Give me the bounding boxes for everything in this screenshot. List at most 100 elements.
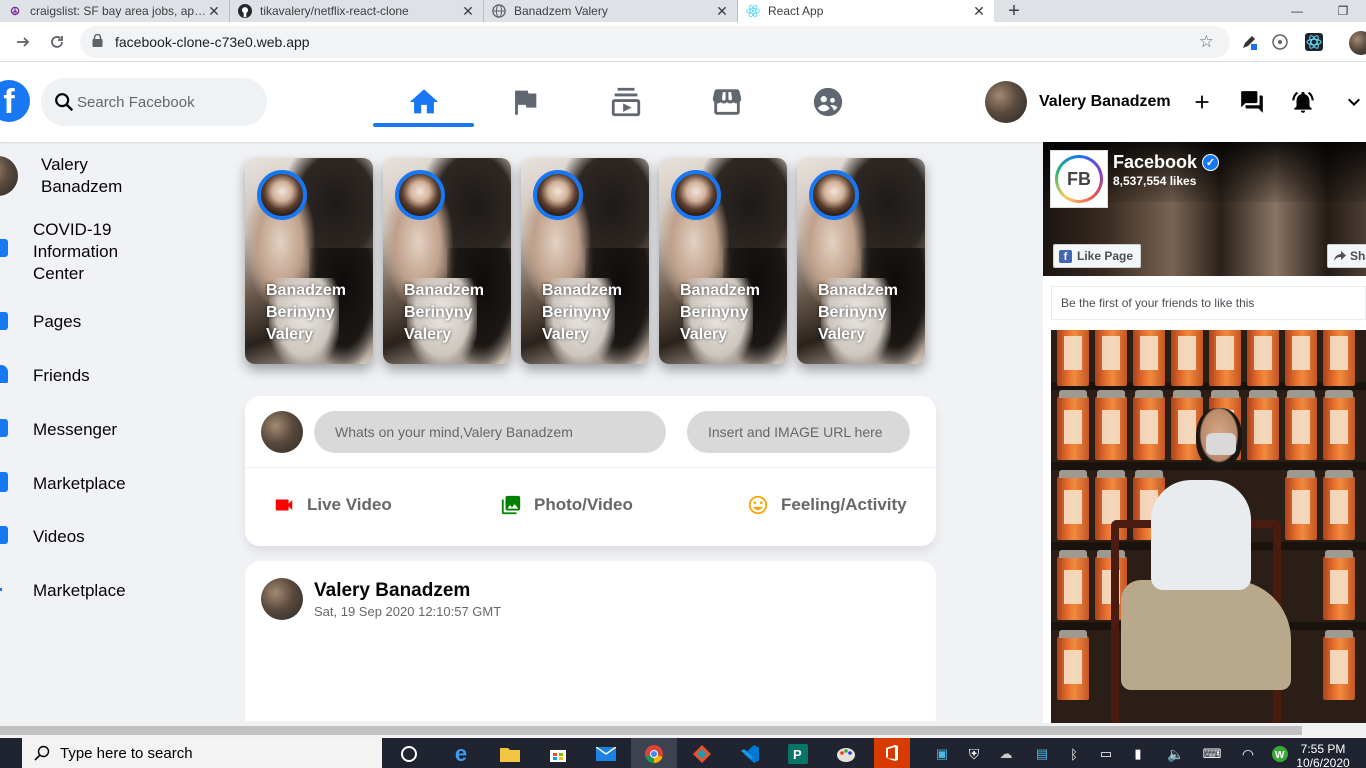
page-title[interactable]: Facebook ✓ bbox=[1113, 152, 1220, 173]
page-cover-photo[interactable]: FB Facebook ✓ 8,537,554 likes f Like Pag… bbox=[1043, 142, 1366, 276]
globe-icon bbox=[492, 4, 506, 18]
horizontal-scrollbar[interactable] bbox=[0, 723, 1366, 738]
header-user[interactable]: Valery Banadzem bbox=[985, 80, 1171, 124]
story-card[interactable]: Banadzem Berinyny Valery bbox=[383, 158, 511, 364]
story-card[interactable]: Banadzem Berinyny Valery bbox=[245, 158, 373, 364]
battery-icon[interactable]: ▮ bbox=[1126, 742, 1150, 766]
nav-watch[interactable] bbox=[575, 62, 676, 142]
extension-pencil-icon[interactable] bbox=[1238, 31, 1260, 53]
story-card[interactable]: Banadzem Berinyny Valery bbox=[797, 158, 925, 364]
taskbar-search[interactable]: Type here to search bbox=[22, 738, 382, 768]
post-text-input[interactable]: Whats on your mind,Valery Banadzem bbox=[314, 411, 666, 453]
mail-icon[interactable] bbox=[594, 742, 618, 766]
taskbar-clock[interactable]: 7:55 PM 10/6/2020 bbox=[1293, 742, 1353, 768]
edge-icon[interactable]: e bbox=[449, 741, 473, 766]
cortana-icon[interactable] bbox=[397, 742, 421, 766]
svg-text:P: P bbox=[793, 747, 802, 762]
live-video-option[interactable]: Live Video bbox=[273, 494, 392, 516]
profile-avatar[interactable] bbox=[1349, 31, 1366, 55]
extension-circle-icon[interactable] bbox=[1269, 31, 1291, 53]
scrollbar-thumb[interactable] bbox=[0, 726, 1302, 735]
option-label: Photo/Video bbox=[534, 495, 633, 514]
office-icon[interactable] bbox=[874, 738, 910, 768]
forward-icon[interactable] bbox=[6, 25, 40, 59]
messenger-button[interactable] bbox=[1236, 82, 1268, 122]
reload-icon[interactable] bbox=[40, 25, 74, 59]
post-username[interactable]: Valery Banadzem bbox=[314, 580, 470, 602]
search-bar[interactable] bbox=[41, 78, 267, 126]
photo-library-icon bbox=[501, 495, 521, 515]
chrome-icon[interactable] bbox=[642, 742, 666, 766]
close-tab-icon[interactable]: ✕ bbox=[207, 3, 221, 20]
browser-tab-strip: ☮ craigslist: SF bay area jobs, apartmen… bbox=[0, 0, 1366, 22]
git-kraken-icon[interactable] bbox=[690, 742, 714, 766]
publisher-icon[interactable]: P bbox=[786, 742, 810, 766]
notifications-button[interactable] bbox=[1287, 82, 1319, 122]
tray-green-app-icon[interactable]: W bbox=[1268, 742, 1292, 766]
message-sender-top: Whats on your mind,Valery Banadzem Inser… bbox=[245, 396, 936, 468]
extension-react-devtools-icon[interactable] bbox=[1303, 31, 1325, 53]
like-page-button[interactable]: f Like Page bbox=[1053, 244, 1142, 268]
address-bar[interactable]: facebook-clone-c73e0.web.app ☆ bbox=[80, 26, 1230, 58]
new-tab-button[interactable]: + bbox=[994, 0, 1034, 22]
story-card[interactable]: Banadzem Berinyny Valery bbox=[659, 158, 787, 364]
search-icon bbox=[55, 93, 74, 112]
page-name[interactable]: Facebook bbox=[1113, 152, 1197, 173]
browser-tab-craigslist[interactable]: ☮ craigslist: SF bay area jobs, apartmen… bbox=[0, 0, 230, 22]
sidebar-item-label: Videos bbox=[33, 527, 85, 546]
tray-apps-icon[interactable]: ▣ bbox=[930, 742, 954, 766]
account-menu-button[interactable] bbox=[1338, 82, 1366, 122]
share-arrow-icon bbox=[1334, 251, 1346, 261]
vscode-icon[interactable] bbox=[738, 742, 762, 766]
window-controls: — ❐ bbox=[1274, 0, 1366, 22]
close-tab-icon[interactable]: ✕ bbox=[461, 3, 475, 20]
maximize-icon[interactable]: ❐ bbox=[1320, 0, 1366, 22]
bluetooth-icon[interactable]: ᛒ bbox=[1062, 742, 1086, 766]
local-hospital-icon bbox=[0, 239, 8, 257]
facebook-logo-icon[interactable]: f bbox=[0, 80, 30, 122]
user-name[interactable]: Valery Banadzem bbox=[1039, 93, 1171, 111]
bookmark-star-icon[interactable]: ☆ bbox=[1199, 32, 1214, 52]
nav-pages[interactable] bbox=[474, 62, 575, 142]
lock-icon[interactable] bbox=[92, 33, 103, 50]
tray-defender-icon[interactable]: ⛨ bbox=[962, 742, 986, 766]
image-url-input[interactable]: Insert and IMAGE URL here bbox=[687, 411, 910, 453]
wifi-icon[interactable]: ◠ bbox=[1236, 742, 1260, 766]
close-tab-icon[interactable]: ✕ bbox=[715, 3, 729, 20]
store-icon[interactable] bbox=[546, 742, 570, 766]
search-input[interactable] bbox=[77, 93, 247, 111]
browser-tab-github[interactable]: tikavalery/netflix-react-clone ✕ bbox=[230, 0, 484, 22]
friends-like-text: Be the first of your friends to like thi… bbox=[1051, 286, 1366, 320]
volume-icon[interactable]: 🔈 bbox=[1164, 742, 1188, 766]
video-library-icon bbox=[0, 526, 8, 544]
verified-badge-icon: ✓ bbox=[1202, 154, 1220, 171]
url-text[interactable]: facebook-clone-c73e0.web.app bbox=[115, 34, 310, 50]
keyboard-icon[interactable]: ⌨ bbox=[1200, 742, 1224, 766]
chat-icon bbox=[0, 419, 8, 437]
avatar[interactable] bbox=[985, 81, 1027, 123]
nav-home[interactable] bbox=[373, 62, 474, 142]
nav-groups[interactable] bbox=[777, 62, 878, 142]
create-button[interactable] bbox=[1186, 82, 1218, 122]
share-button[interactable]: Share bbox=[1327, 244, 1366, 268]
page-post-photo[interactable] bbox=[1051, 330, 1366, 723]
story-card[interactable]: Banadzem Berinyny Valery bbox=[521, 158, 649, 364]
tray-network-adapter-icon[interactable]: ▤ bbox=[1030, 742, 1054, 766]
page-logo[interactable]: FB bbox=[1050, 150, 1108, 208]
expand-more-icon bbox=[0, 588, 2, 591]
photo-video-option[interactable]: Photo/Video bbox=[500, 494, 633, 516]
tray-device-icon[interactable]: ▭ bbox=[1094, 742, 1118, 766]
minimize-icon[interactable]: — bbox=[1274, 0, 1320, 22]
avatar[interactable] bbox=[261, 578, 303, 620]
nav-marketplace[interactable] bbox=[676, 62, 777, 142]
browser-tab-banadzem[interactable]: Banadzem Valery ✕ bbox=[484, 0, 738, 22]
browser-tab-react-app[interactable]: React App ✕ bbox=[738, 0, 994, 22]
file-explorer-icon[interactable] bbox=[498, 742, 522, 766]
feeling-activity-option[interactable]: Feeling/Activity bbox=[747, 494, 907, 516]
paint-icon[interactable] bbox=[834, 742, 858, 766]
insert-emoticon-icon bbox=[748, 495, 768, 515]
expand-more-icon bbox=[1348, 98, 1360, 106]
close-tab-icon[interactable]: ✕ bbox=[972, 3, 986, 20]
like-page-label: Like Page bbox=[1077, 249, 1134, 263]
tray-onedrive-icon[interactable]: ☁ bbox=[994, 742, 1018, 766]
